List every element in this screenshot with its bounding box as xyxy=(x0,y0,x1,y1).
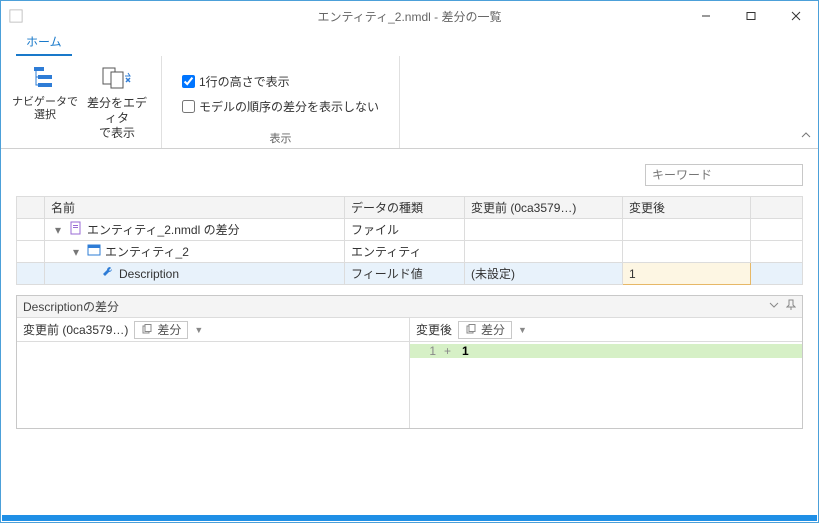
copy-icon xyxy=(465,324,477,336)
diff-after-label: 変更後 xyxy=(416,321,452,338)
close-button[interactable] xyxy=(773,1,818,31)
tree-select-icon xyxy=(29,62,61,96)
table-row[interactable]: Description フィールド値 (未設定) 1 xyxy=(17,263,803,285)
diff-mode-dropdown[interactable]: 差分 xyxy=(458,321,512,339)
wrench-icon xyxy=(101,265,115,282)
page-diff-icon xyxy=(100,62,134,96)
table-row[interactable]: ▾ エンティティ_2 エンティティ xyxy=(17,241,803,263)
cell-after xyxy=(623,219,751,241)
button-label: ナビゲータで選択 xyxy=(11,96,79,122)
checkbox-label: 1行の高さで表示 xyxy=(199,73,290,90)
col-type[interactable]: データの種類 xyxy=(345,197,465,219)
col-before[interactable]: 変更前 (0ca3579…) xyxy=(465,197,623,219)
one-line-height-checkbox[interactable]: 1行の高さで表示 xyxy=(182,73,379,90)
diff-added-line: 1 + 1 xyxy=(410,344,802,358)
chevron-down-icon[interactable] xyxy=(768,299,780,314)
cell-type: フィールド値 xyxy=(345,263,465,285)
cell-type: ファイル xyxy=(345,219,465,241)
cell-after: 1 xyxy=(623,263,751,285)
diff-mode-dropdown[interactable]: 差分 xyxy=(134,321,188,339)
cell-before xyxy=(465,241,623,263)
cell-name: Description xyxy=(119,267,179,281)
col-pad xyxy=(751,197,803,219)
cell-type: エンティティ xyxy=(345,241,465,263)
button-label: 差分をエディタで表示 xyxy=(83,96,151,142)
diff-before-content xyxy=(17,342,409,428)
entity-icon xyxy=(87,243,101,260)
window-title: エンティティ_2.nmdl - 差分の一覧 xyxy=(318,8,502,25)
plus-marker: + xyxy=(444,344,454,358)
checkbox-input[interactable] xyxy=(182,100,195,113)
checkbox-label: モデルの順序の差分を表示しない xyxy=(199,98,379,115)
col-after[interactable]: 変更後 xyxy=(623,197,751,219)
table-row[interactable]: ▾ エンティティ_2.nmdl の差分 ファイル xyxy=(17,219,803,241)
collapse-ribbon-button[interactable] xyxy=(800,129,812,144)
checkbox-input[interactable] xyxy=(182,75,195,88)
col-handle[interactable] xyxy=(17,197,45,219)
dropdown-caret-icon[interactable]: ▼ xyxy=(194,325,203,335)
expand-toggle[interactable]: ▾ xyxy=(73,245,83,259)
doc-icon xyxy=(69,221,83,238)
diff-table: 名前 データの種類 変更前 (0ca3579…) 変更後 ▾ エンティティ_2.… xyxy=(16,196,803,285)
minimize-button[interactable] xyxy=(683,1,728,31)
diff-before-label: 変更前 (0ca3579…) xyxy=(23,321,128,338)
keyword-search-input[interactable] xyxy=(645,164,803,186)
diff-after-content: 1 + 1 xyxy=(410,342,802,428)
col-name[interactable]: 名前 xyxy=(45,197,345,219)
tab-home[interactable]: ホーム xyxy=(16,29,72,56)
copy-icon xyxy=(141,324,153,336)
diff-panel-title: Descriptionの差分 xyxy=(23,298,119,315)
cell-name: エンティティ_2 xyxy=(105,243,189,260)
maximize-button[interactable] xyxy=(728,1,773,31)
cell-name: エンティティ_2.nmdl の差分 xyxy=(87,221,240,238)
hide-order-diff-checkbox[interactable]: モデルの順序の差分を表示しない xyxy=(182,98,379,115)
cell-before xyxy=(465,219,623,241)
show-in-editor-button[interactable]: 差分をエディタで表示 xyxy=(83,60,151,146)
cell-after xyxy=(623,241,751,263)
pin-icon[interactable] xyxy=(786,299,796,314)
expand-toggle[interactable]: ▾ xyxy=(55,223,65,237)
dropdown-caret-icon[interactable]: ▼ xyxy=(518,325,527,335)
diff-text: 1 xyxy=(462,344,469,358)
select-in-navigator-button[interactable]: ナビゲータで選択 xyxy=(11,60,79,146)
ribbon-group-label: 表示 xyxy=(270,128,292,146)
status-bar xyxy=(2,515,817,521)
cell-before: (未設定) xyxy=(465,263,623,285)
line-number: 1 xyxy=(416,344,436,358)
